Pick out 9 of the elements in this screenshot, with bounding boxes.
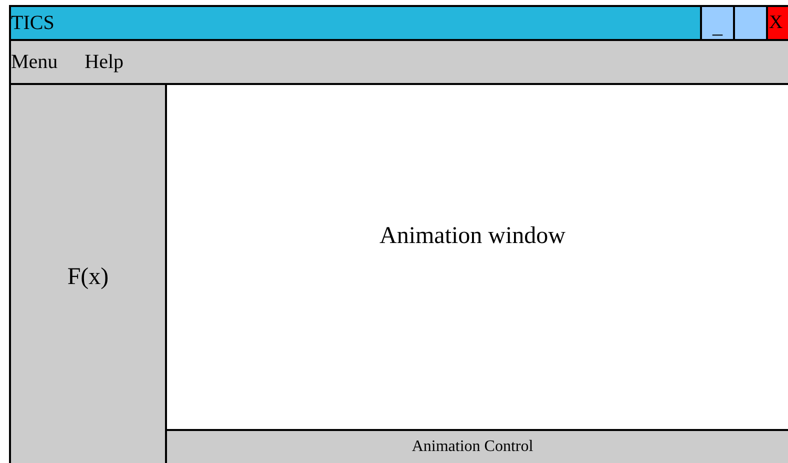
menu-item[interactable]: Help [84,50,124,74]
animation-label: Animation window [380,223,566,251]
minimize-button[interactable]: _ [700,7,733,39]
maximize-button[interactable] [733,7,766,39]
control-label: Animation Control [412,438,534,456]
menu-item[interactable]: Menu [11,50,58,74]
sidebar-label: F(x) [67,264,109,290]
window-title: TICS [11,11,56,36]
close-button[interactable]: X [766,7,788,39]
